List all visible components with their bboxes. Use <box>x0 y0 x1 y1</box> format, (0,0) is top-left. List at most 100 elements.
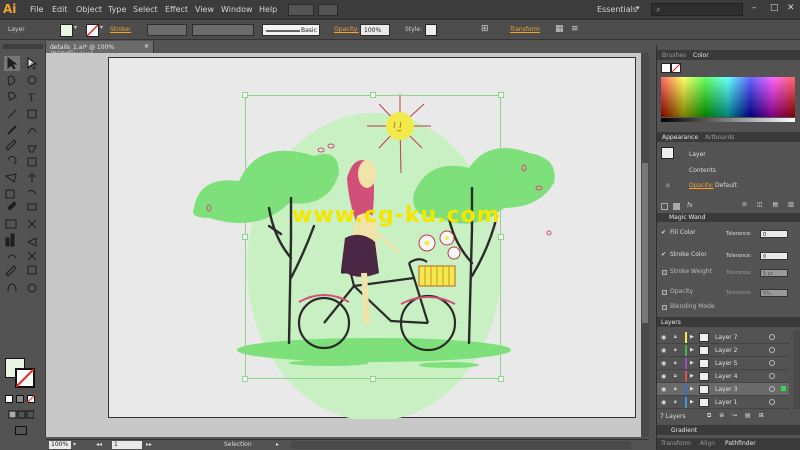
layer-row[interactable]: ◉ 🔒︎ ▶ Layer 4 <box>657 370 789 383</box>
graphic-style-swatch[interactable] <box>425 24 437 36</box>
color-mode-button[interactable] <box>5 395 13 403</box>
stroke-weight-check[interactable] <box>662 270 667 275</box>
lock-icon[interactable]: 🔒︎ <box>674 373 677 379</box>
menu-type[interactable]: Type <box>108 5 126 14</box>
menu-select[interactable]: Select <box>133 5 158 14</box>
lock-icon[interactable]: 🔒︎ <box>674 360 677 366</box>
resize-handle[interactable] <box>498 376 504 382</box>
chevron-down-icon[interactable]: ▾ <box>100 24 103 31</box>
status-menu-icon[interactable]: ▸ <box>276 441 279 448</box>
weight-tolerance-field[interactable]: 5 pt <box>760 269 788 277</box>
maximize-icon[interactable]: □ <box>770 3 779 13</box>
expand-arrow-icon[interactable]: ▶ <box>690 360 694 366</box>
gradient-mode-button[interactable] <box>16 395 24 403</box>
resize-handle[interactable] <box>242 234 248 240</box>
workspace-switcher[interactable]: Essentials <box>597 5 637 14</box>
stroke-weight-field[interactable] <box>147 24 187 36</box>
resize-handle[interactable] <box>370 376 376 382</box>
target-circle-icon[interactable] <box>769 360 775 366</box>
expand-arrow-icon[interactable]: ▶ <box>690 399 694 405</box>
menu-file[interactable]: File <box>30 5 43 14</box>
menu-object[interactable]: Object <box>76 5 102 14</box>
canvas-area[interactable] <box>46 53 649 437</box>
layer-row[interactable]: ◉ 🔒︎ ▶ Layer 2 <box>657 344 789 357</box>
target-circle-icon[interactable] <box>769 373 775 379</box>
stroke-color-swatch[interactable] <box>15 368 35 388</box>
lock-icon[interactable]: 🔒︎ <box>674 334 677 340</box>
tab-align[interactable]: Align <box>700 440 715 447</box>
layer-name[interactable]: Layer 7 <box>715 334 737 341</box>
layer-row[interactable]: ◉ 🔒︎ ▶ Layer 5 <box>657 357 789 370</box>
visibility-eye-icon[interactable]: ◉ <box>661 386 666 393</box>
tab-appearance[interactable]: Appearance <box>662 134 698 141</box>
blending-mode-check[interactable] <box>662 305 667 310</box>
expand-arrow-icon[interactable]: ▶ <box>690 386 694 392</box>
tab-gradient[interactable]: Gradient <box>671 427 697 434</box>
expand-arrow-icon[interactable]: ▶ <box>690 347 694 353</box>
menu-window[interactable]: Window <box>221 5 253 14</box>
horizontal-scrollbar[interactable] <box>291 441 631 449</box>
stroke-swatch[interactable] <box>86 24 99 37</box>
expand-arrow-icon[interactable]: ▶ <box>690 334 694 340</box>
layers-footer-icons[interactable]: ⧉ ⊕ ↪ ▤ ⊞ <box>707 412 797 420</box>
arrange-documents-button[interactable] <box>318 4 338 16</box>
layer-row[interactable]: ◉ 🔒︎ ▶ Layer 7 <box>657 331 789 344</box>
artboard[interactable] <box>108 57 636 419</box>
artboard-field[interactable]: 1 <box>112 441 142 449</box>
align-icon[interactable]: ⊞ <box>481 24 489 34</box>
appearance-footer-icons[interactable]: ⊘ ◫ ▤ ▥ <box>742 201 800 208</box>
menu-edit[interactable]: Edit <box>52 5 68 14</box>
bridge-button[interactable] <box>288 4 314 16</box>
layer-name[interactable]: Layer 1 <box>715 399 737 406</box>
next-artboard-icon[interactable]: ▸▸ <box>146 441 152 448</box>
first-artboard-icon[interactable]: ◂◂ <box>96 441 102 448</box>
close-icon[interactable]: ✕ <box>787 3 795 13</box>
layer-row[interactable]: ◉ 🔒︎ ▶ Layer 1 <box>657 396 789 409</box>
visibility-eye-icon[interactable]: ◉ <box>661 334 666 341</box>
stroke-link[interactable]: Stroke: <box>110 26 131 33</box>
color-spectrum[interactable] <box>661 77 795 117</box>
opacity-tolerance-field[interactable]: 5% <box>760 289 788 297</box>
lock-icon[interactable]: 🔒︎ <box>674 399 677 405</box>
search-input[interactable]: ⌕ <box>651 3 743 16</box>
menu-help[interactable]: Help <box>259 5 277 14</box>
variable-width-field[interactable] <box>192 24 254 36</box>
target-circle-icon[interactable] <box>769 399 775 405</box>
screen-mode-button[interactable] <box>15 426 27 435</box>
visibility-eye-icon[interactable]: ◉ <box>661 347 666 354</box>
magic-wand-title[interactable]: Magic Wand <box>669 214 705 221</box>
target-circle-icon[interactable] <box>769 347 775 353</box>
panel-menu-icon[interactable]: ≡ <box>571 24 579 34</box>
resize-handle[interactable] <box>242 376 248 382</box>
opacity-link[interactable]: Opacity: <box>334 26 359 33</box>
isolate-icon[interactable]: ▦ <box>555 24 564 34</box>
layer-name[interactable]: Layer 3 <box>715 386 737 393</box>
resize-handle[interactable] <box>370 92 376 98</box>
layer-name[interactable]: Layer 2 <box>715 347 737 354</box>
tab-artboards[interactable]: Artboards <box>705 134 734 141</box>
opacity-field[interactable]: 100% <box>360 24 390 36</box>
stroke-tolerance-field[interactable]: 0 <box>760 252 788 260</box>
menu-effect[interactable]: Effect <box>165 5 188 14</box>
fx-icon[interactable]: fx <box>687 202 701 209</box>
fill-tolerance-field[interactable]: 0 <box>760 230 788 238</box>
visibility-eye-icon[interactable]: ◉ <box>661 373 666 380</box>
none-mode-button[interactable] <box>27 395 35 403</box>
minimize-icon[interactable]: – <box>752 3 757 13</box>
tab-transform[interactable]: Transform <box>661 440 691 447</box>
visibility-eye-icon[interactable]: ◉ <box>661 399 666 406</box>
zoom-field[interactable]: 100% <box>49 441 71 449</box>
chevron-down-icon[interactable]: ▾ <box>74 24 77 31</box>
grayscale-ramp[interactable] <box>661 118 795 122</box>
visibility-eye-icon[interactable]: ◉ <box>661 360 666 367</box>
add-stroke-icon[interactable] <box>661 203 668 210</box>
layer-row[interactable]: ◉ 🔒︎ ▶ Layer 3 <box>657 383 789 396</box>
lock-icon[interactable]: 🔒︎ <box>674 386 677 392</box>
menu-view[interactable]: View <box>195 5 214 14</box>
selection-indicator[interactable] <box>781 386 786 391</box>
layer-name[interactable]: Layer 4 <box>715 373 737 380</box>
layer-name[interactable]: Layer 5 <box>715 360 737 367</box>
tab-brushes[interactable]: Brushes <box>662 52 686 59</box>
scrollbar-thumb[interactable] <box>642 163 648 323</box>
tab-pathfinder[interactable]: Pathfinder <box>725 440 756 447</box>
